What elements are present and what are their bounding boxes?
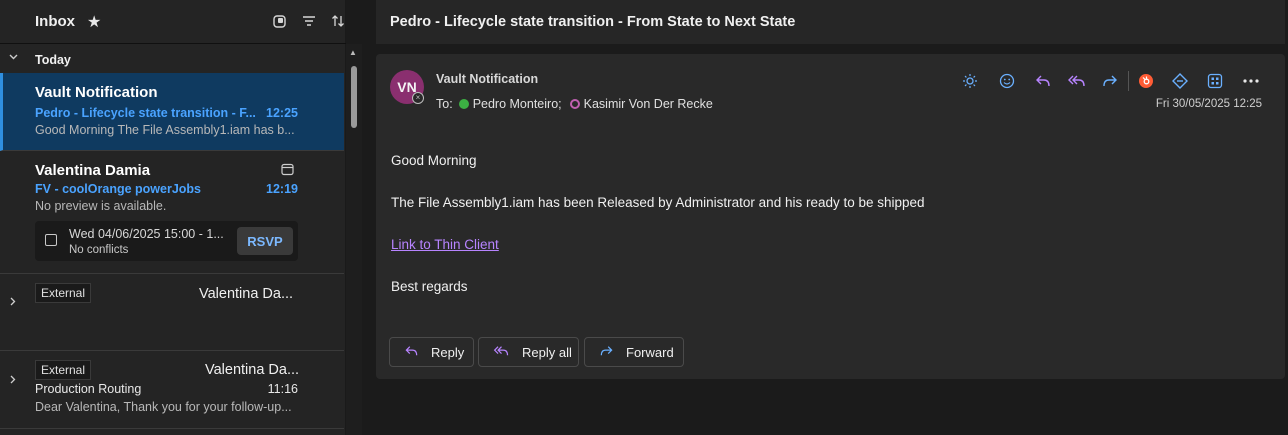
presence-away-icon: [569, 99, 580, 109]
reading-subject-bar: Pedro - Lifecycle state transition - Fro…: [376, 0, 1285, 44]
event-time: Wed 04/06/2025 15:00 - 1...: [69, 227, 224, 241]
list-item[interactable]: External Valentina Da...: [0, 274, 344, 351]
reply-all-button[interactable]: Reply all: [478, 337, 579, 367]
item-sender: Vault Notification: [35, 84, 158, 101]
thin-client-link[interactable]: Link to Thin Client: [391, 237, 499, 252]
item-sender: Valentina Damia: [35, 162, 151, 179]
message-subject: Pedro - Lifecycle state transition - Fro…: [390, 14, 796, 30]
body-text: The File Assembly1.iam has been Released…: [391, 195, 925, 210]
forward-icon: [599, 344, 614, 360]
reply-button[interactable]: Reply: [389, 337, 474, 367]
item-preview: No preview is available.: [35, 199, 167, 213]
external-tag: External: [35, 283, 92, 303]
hubspot-icon[interactable]: [1136, 71, 1156, 91]
presence-available-icon: [458, 99, 469, 109]
recipients-line: To: Pedro Monteiro; Kasimir Von Der Reck…: [436, 97, 713, 111]
list-item[interactable]: External Valentina Da... Production Rout…: [0, 351, 344, 429]
group-label: Today: [35, 53, 71, 67]
list-item[interactable]: Valentina Damia FV - coolOrange powerJob…: [0, 151, 344, 274]
item-preview: Good Morning The File Assembly1.iam has …: [35, 123, 295, 137]
meeting-invite-card[interactable]: Wed 04/06/2025 15:00 - 1... No conflicts…: [35, 221, 298, 261]
recipient[interactable]: Kasimir Von Der Recke: [584, 97, 713, 111]
item-sender: Valentina Da...: [205, 362, 300, 378]
item-subject: Production Routing: [35, 382, 142, 396]
chevron-down-icon: [9, 51, 18, 63]
item-sender: Valentina Da...: [199, 286, 294, 302]
item-subject: FV - coolOrange powerJobs: [35, 182, 201, 196]
sun-icon[interactable]: [960, 71, 980, 91]
forward-icon[interactable]: [1100, 71, 1120, 91]
select-mode-icon[interactable]: [270, 12, 288, 30]
group-today[interactable]: Today: [0, 50, 346, 70]
rsvp-button[interactable]: RSVP: [237, 227, 293, 255]
folder-title: Inbox: [35, 13, 75, 30]
sort-icon[interactable]: [329, 12, 347, 30]
item-subject: Pedro - Lifecycle state transition - F..…: [35, 106, 256, 120]
reply-all-icon: [493, 344, 510, 360]
sender-name[interactable]: Vault Notification: [436, 72, 538, 86]
item-time: 11:16: [267, 382, 298, 396]
calendar-icon: [281, 163, 294, 181]
presence-offline-icon: ×: [412, 92, 424, 104]
item-preview: Dear Valentina, Thank you for your follo…: [35, 400, 292, 414]
list-item[interactable]: Vault Notification Pedro - Lifecycle sta…: [0, 73, 344, 151]
apps-grid-icon[interactable]: [1205, 71, 1225, 91]
outlook-window: Inbox ★ Today Vault Notification Pedro -…: [0, 0, 1288, 435]
addin-diamond-icon[interactable]: [1170, 71, 1190, 91]
filter-icon[interactable]: [300, 12, 318, 30]
reply-all-icon[interactable]: [1067, 71, 1087, 91]
toolbar-divider: [1128, 71, 1129, 91]
more-options-icon[interactable]: [1241, 71, 1261, 91]
message-card: VN × Vault Notification To: Pedro Montei…: [376, 54, 1285, 379]
reply-icon[interactable]: [1033, 71, 1053, 91]
reply-label: Reply: [431, 344, 465, 360]
calendar-icon: [45, 234, 57, 246]
recipient[interactable]: Pedro Monteiro;: [473, 97, 562, 111]
event-status: No conflicts: [69, 244, 129, 256]
chevron-right-icon[interactable]: [10, 295, 16, 309]
list-header: Inbox ★: [0, 0, 346, 44]
forward-button[interactable]: Forward: [584, 337, 684, 367]
scrollbar-thumb[interactable]: [351, 66, 357, 128]
message-date: Fri 30/05/2025 12:25: [1155, 98, 1262, 110]
reply-icon: [404, 344, 419, 360]
scroll-up-icon[interactable]: ▲: [349, 48, 357, 57]
to-label: To:: [436, 97, 453, 111]
message-list-pane: Inbox ★ Today Vault Notification Pedro -…: [0, 0, 346, 435]
item-time: 12:19: [266, 182, 298, 196]
body-closing: Best regards: [391, 279, 468, 294]
forward-label: Forward: [626, 344, 674, 360]
external-tag: External: [35, 360, 92, 380]
body-greeting: Good Morning: [391, 153, 477, 168]
item-time: 12:25: [266, 106, 298, 120]
chevron-right-icon[interactable]: [10, 373, 16, 387]
star-icon[interactable]: ★: [87, 12, 101, 32]
emoji-icon[interactable]: [997, 71, 1017, 91]
reply-all-label: Reply all: [522, 344, 572, 360]
